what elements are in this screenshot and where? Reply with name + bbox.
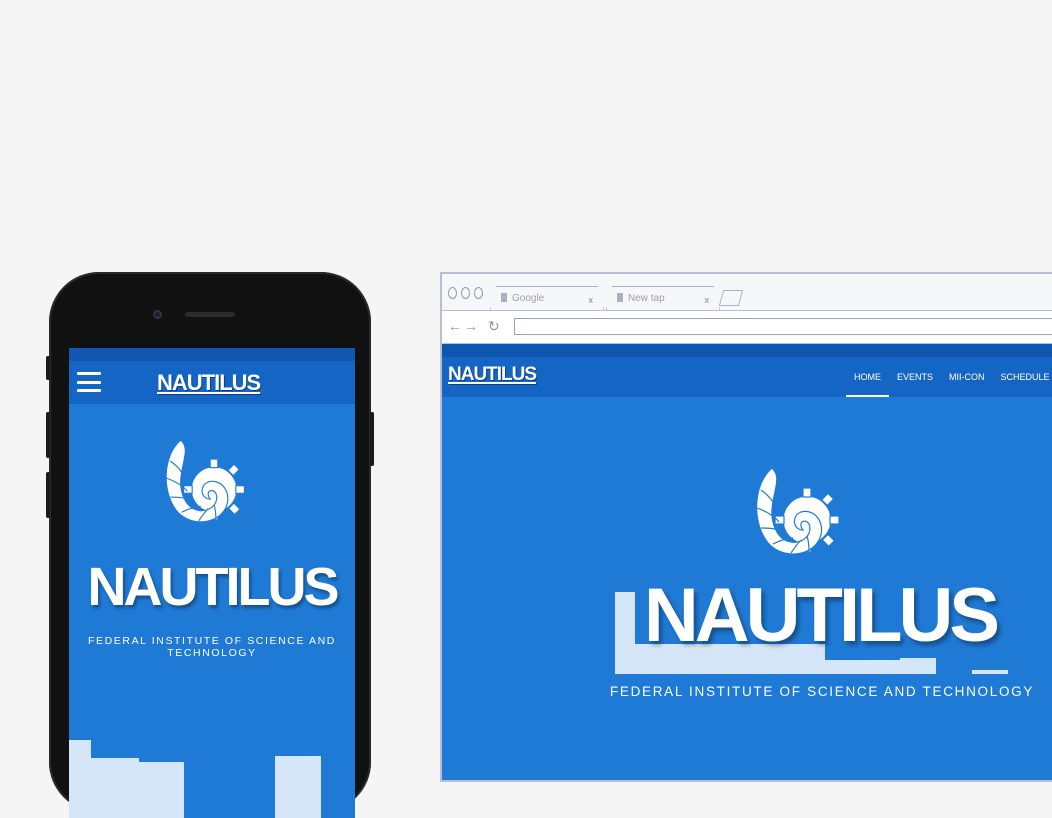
nautilus-logo-icon [756,467,840,555]
forward-arrow-icon[interactable]: → [464,319,478,333]
nautilus-logo-icon [165,439,245,523]
window-control-minimize[interactable] [461,287,470,299]
new-tab-button[interactable] [718,290,744,306]
browser-window: Google x New tap x ← → ↻ NAUTILUS HOME E… [440,272,1052,782]
tab-label: New tap [628,293,665,304]
phone-power-button [370,412,374,466]
document-icon [501,293,507,302]
phone-speaker [185,312,235,317]
page-navbar: NAUTILUS HOME EVENTS MII-CON SCHEDULE [442,357,1052,397]
phone-screen: NAUTILUS NAUTILUS FEDERAL INSTITUTE OF S… [69,348,355,818]
phone-decor-block [91,758,139,818]
page-hero-title: NAUTILUS [643,573,1000,658]
phone-volume-up [46,412,50,458]
phone-volume-down [46,472,50,518]
back-arrow-icon[interactable]: ← [448,319,462,333]
page-decor-block [900,658,936,674]
page-top-strip [442,344,1052,357]
phone-silent-switch [46,356,50,380]
page-brand-logo[interactable]: NAUTILUS [448,364,537,386]
phone-decor-block [139,762,184,818]
browser-tab-google[interactable]: Google x [490,286,604,310]
window-control-maximize[interactable] [474,287,483,299]
phone-brand-logo[interactable]: NAUTILUS [157,370,261,396]
nav-home[interactable]: HOME [846,357,889,397]
nav-schedule[interactable]: SCHEDULE [993,357,1052,397]
tab-close-icon[interactable]: x [589,295,594,305]
page-decor-block [825,660,900,674]
phone-navbar: NAUTILUS [69,361,355,404]
tab-label: Google [512,293,545,304]
page-menu: HOME EVENTS MII-CON SCHEDULE [846,357,1052,397]
window-control-close[interactable] [448,287,457,299]
phone-camera [153,310,162,319]
address-bar[interactable] [514,318,1052,335]
phone-top-strip [69,348,355,361]
browser-tab-bar: Google x New tap x [442,274,1052,311]
browser-tab-new[interactable]: New tap x [606,286,720,310]
reload-icon[interactable]: ↻ [488,319,500,333]
document-icon [617,293,623,302]
phone-decor-block [275,756,321,818]
nav-mii-con[interactable]: MII-CON [941,357,993,397]
phone-decor-block [69,740,91,818]
hamburger-menu-icon[interactable] [77,372,101,392]
phone-hero-title: NAUTILUS [87,557,340,617]
browser-toolbar: ← → ↻ [442,311,1052,344]
page-hero-subtitle: FEDERAL INSTITUTE OF SCIENCE AND TECHNOL… [609,684,1035,699]
tab-close-icon[interactable]: x [705,295,710,305]
phone-mockup: NAUTILUS NAUTILUS FEDERAL INSTITUTE OF S… [46,272,374,818]
browser-page: NAUTILUS HOME EVENTS MII-CON SCHEDULE NA… [442,344,1052,780]
phone-hero-subtitle: FEDERAL INSTITUTE OF SCIENCE AND TECHNOL… [87,635,336,659]
nav-events[interactable]: EVENTS [889,357,941,397]
window-controls [448,287,483,299]
page-decor-block [972,670,1008,674]
